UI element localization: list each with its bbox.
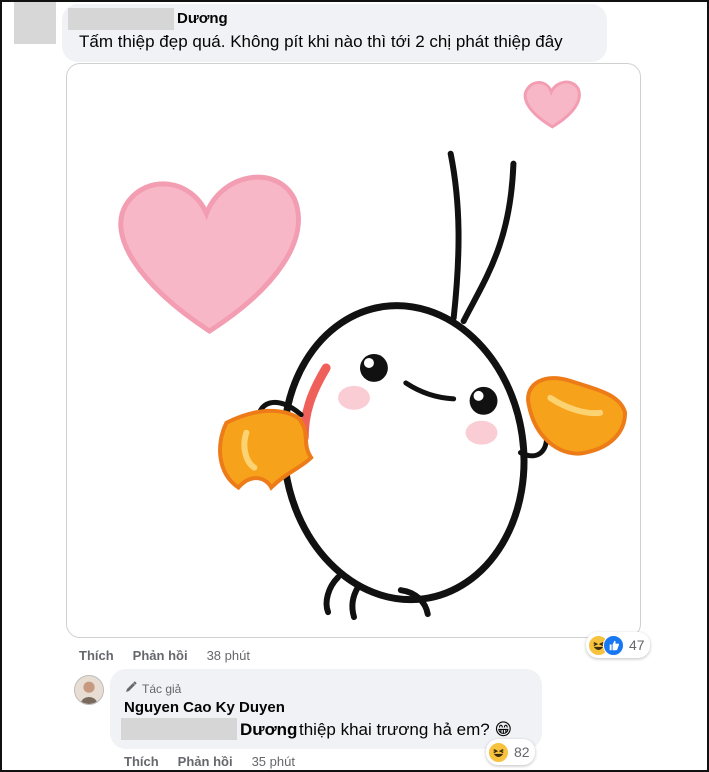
reply-like-action[interactable]: Thích <box>124 754 159 769</box>
reply-time[interactable]: 35 phút <box>252 754 295 769</box>
reply-action[interactable]: Phản hồi <box>133 648 188 663</box>
big-heart-icon <box>118 174 301 335</box>
reply-actions: Thích Phản hồi 35 phút <box>124 754 295 769</box>
reply-reply-action[interactable]: Phản hồi <box>178 754 233 769</box>
mention-tag[interactable]: Dương <box>240 720 297 740</box>
comment-text: Tấm thiệp đẹp quá. Không pít khi nào thì… <box>79 32 563 51</box>
reply-author-name[interactable]: Nguyen Cao Ky Duyen <box>124 699 285 716</box>
comment-time[interactable]: 38 phút <box>207 648 250 663</box>
pencil-icon <box>124 680 138 697</box>
comment-actions: Thích Phản hồi 38 phút <box>79 648 250 663</box>
author-avatar[interactable] <box>74 675 104 705</box>
author-badge: Tác giả <box>124 680 181 697</box>
like-icon <box>603 634 624 656</box>
reaction-count: 47 <box>629 637 645 653</box>
small-heart-icon <box>523 80 581 129</box>
right-claw <box>526 376 628 456</box>
reply-text: thiệp khai trương hả em? 😁 <box>299 720 513 739</box>
reaction-summary[interactable]: 47 <box>586 632 650 658</box>
haha-icon <box>488 741 509 763</box>
author-badge-label: Tác giả <box>142 681 182 696</box>
mention-blur-redaction <box>121 718 237 740</box>
sticker-image[interactable] <box>66 63 641 638</box>
reply-reaction-summary[interactable]: 82 <box>486 739 535 765</box>
name-blur-redaction <box>68 8 174 30</box>
commenter-name[interactable]: Dương <box>177 10 228 27</box>
avatar-blurred[interactable] <box>14 2 56 44</box>
reply-reaction-count: 82 <box>514 744 530 760</box>
like-action[interactable]: Thích <box>79 648 114 663</box>
shrimp-sticker-icon <box>118 80 628 621</box>
person-photo-icon <box>75 676 103 704</box>
